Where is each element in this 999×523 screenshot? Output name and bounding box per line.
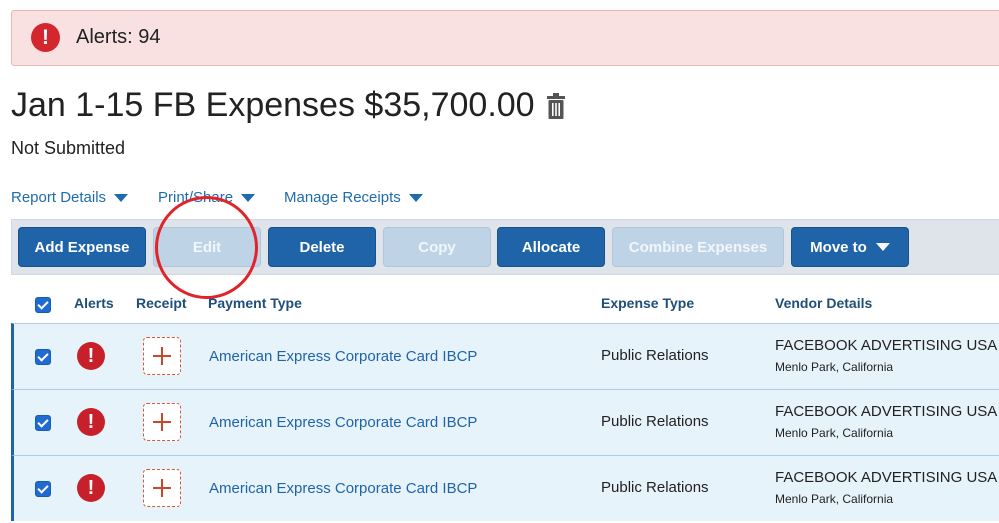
move-to-button[interactable]: Move to <box>791 227 909 267</box>
row-checkbox[interactable] <box>35 415 51 431</box>
menu-label: Manage Receipts <box>284 189 401 206</box>
payment-type-link[interactable]: American Express Corporate Card IBCP <box>209 348 477 365</box>
caret-down-icon <box>875 243 890 251</box>
exclamation-icon: ! <box>31 23 60 52</box>
add-expense-button[interactable]: Add Expense <box>18 227 146 267</box>
attach-receipt-button[interactable] <box>143 337 181 375</box>
vendor-location: Menlo Park, California <box>775 426 894 440</box>
trash-icon[interactable] <box>546 92 565 119</box>
alert-banner: ! Alerts: 94 <box>11 10 999 66</box>
plus-icon <box>153 347 171 365</box>
delete-button[interactable]: Delete <box>268 227 376 267</box>
exclamation-icon[interactable]: ! <box>77 474 105 502</box>
caret-down-icon <box>241 193 256 202</box>
copy-button[interactable]: Copy <box>383 227 491 267</box>
allocate-button[interactable]: Allocate <box>497 227 605 267</box>
report-status: Not Submitted <box>11 138 126 158</box>
action-toolbar: Add Expense Edit Delete Copy Allocate Co… <box>11 219 999 275</box>
caret-down-icon <box>114 193 129 202</box>
header-receipt[interactable]: Receipt <box>136 295 187 311</box>
page-title: Jan 1-15 FB Expenses $35,700.00 <box>11 86 565 125</box>
attach-receipt-button[interactable] <box>143 403 181 441</box>
table-header: Alerts Receipt Payment Type Expense Type… <box>0 289 999 319</box>
select-all-checkbox[interactable] <box>35 297 51 313</box>
menu-manage-receipts[interactable]: Manage Receipts <box>284 189 423 206</box>
table-row[interactable]: ! American Express Corporate Card IBCP P… <box>11 323 999 389</box>
exclamation-icon[interactable]: ! <box>77 342 105 370</box>
header-payment-type[interactable]: Payment Type <box>208 295 302 311</box>
menu-label: Print/Share <box>158 189 234 206</box>
alert-count: Alerts: 94 <box>76 26 161 48</box>
header-expense-type[interactable]: Expense Type <box>601 295 694 311</box>
menu-report-details[interactable]: Report Details <box>11 189 129 206</box>
vendor-location: Menlo Park, California <box>775 492 894 506</box>
plus-icon <box>153 413 171 431</box>
expense-type: Public Relations <box>601 413 709 430</box>
table-row[interactable]: ! American Express Corporate Card IBCP P… <box>11 389 999 455</box>
row-checkbox[interactable] <box>35 481 51 497</box>
vendor-name: FACEBOOK ADVERTISING USA <box>775 469 998 486</box>
expense-type: Public Relations <box>601 347 709 364</box>
header-vendor-details[interactable]: Vendor Details <box>775 295 872 311</box>
menu-label: Report Details <box>11 189 107 206</box>
menu-print-share[interactable]: Print/Share <box>158 189 256 206</box>
table-row[interactable]: ! American Express Corporate Card IBCP P… <box>11 455 999 521</box>
attach-receipt-button[interactable] <box>143 469 181 507</box>
combine-expenses-button[interactable]: Combine Expenses <box>612 227 784 267</box>
exclamation-icon[interactable]: ! <box>77 408 105 436</box>
vendor-location: Menlo Park, California <box>775 360 894 374</box>
header-alerts[interactable]: Alerts <box>74 295 114 311</box>
row-checkbox[interactable] <box>35 349 51 365</box>
expense-type: Public Relations <box>601 479 709 496</box>
report-title: Jan 1-15 FB Expenses $35,700.00 <box>11 86 535 124</box>
payment-type-link[interactable]: American Express Corporate Card IBCP <box>209 480 477 497</box>
vendor-name: FACEBOOK ADVERTISING USA <box>775 337 998 354</box>
plus-icon <box>153 479 171 497</box>
edit-button[interactable]: Edit <box>153 227 261 267</box>
vendor-name: FACEBOOK ADVERTISING USA <box>775 403 998 420</box>
move-to-label: Move to <box>810 238 867 256</box>
payment-type-link[interactable]: American Express Corporate Card IBCP <box>209 414 477 431</box>
caret-down-icon <box>408 193 423 202</box>
